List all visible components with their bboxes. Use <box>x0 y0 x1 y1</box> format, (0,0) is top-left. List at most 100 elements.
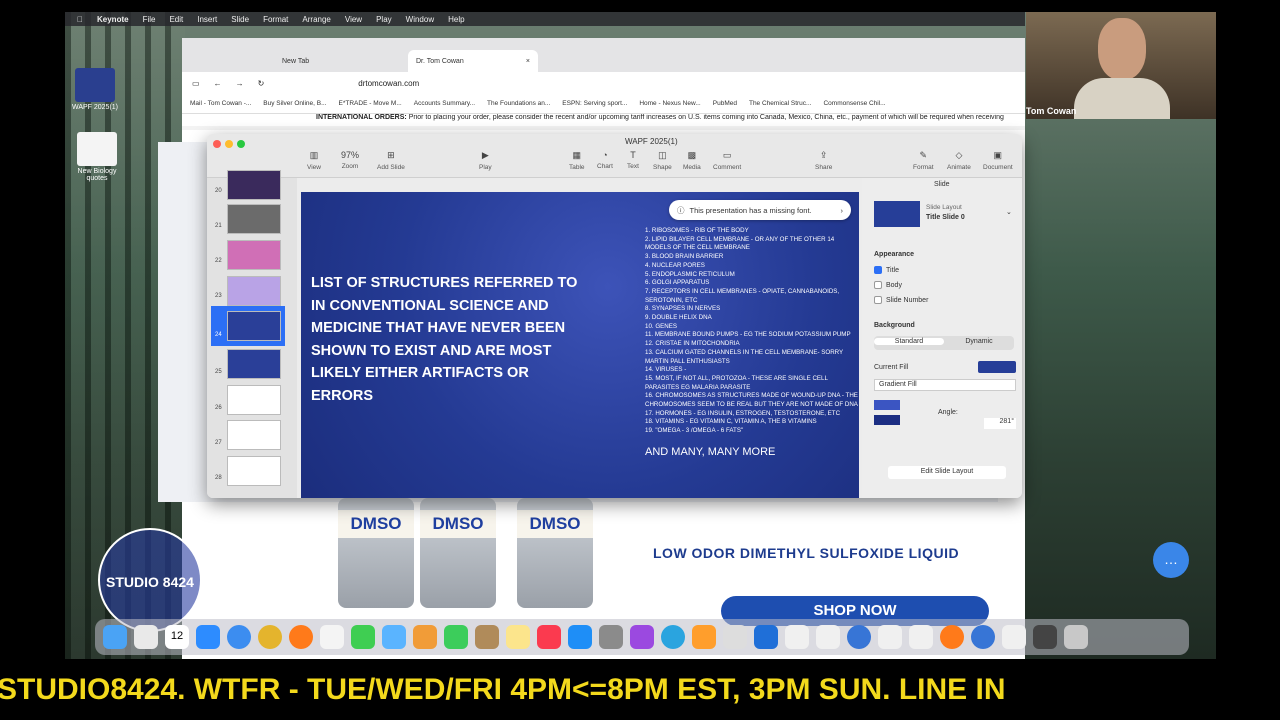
fill-type-select[interactable]: Gradient Fill <box>874 379 1016 391</box>
standard-option[interactable]: Standard <box>874 338 944 345</box>
tab-new-tab[interactable]: New Tab <box>274 50 404 72</box>
launchpad-icon[interactable] <box>134 625 158 649</box>
forward-icon[interactable]: → <box>236 79 244 88</box>
desktop-file-quotes[interactable]: New Biology quotes <box>67 132 127 182</box>
slide-body-list[interactable]: 1. RIBOSOMES - RIB OF THE BODY 2. LIPID … <box>645 227 859 436</box>
toolbar-chart[interactable]: ◔ Chart <box>597 150 613 170</box>
slide-thumbnail[interactable] <box>227 276 281 306</box>
toolbar-format[interactable]: ✎ Format <box>913 150 934 171</box>
toolbar-comment[interactable]: ▭ Comment <box>713 150 741 171</box>
slide-thumbnail[interactable] <box>227 385 281 415</box>
menu-app[interactable]: Keynote <box>97 15 129 24</box>
menu-help[interactable]: Help <box>448 15 464 24</box>
settings-icon[interactable] <box>599 625 623 649</box>
notes-app-icon[interactable] <box>475 625 499 649</box>
toolbar-text[interactable]: T Text <box>627 150 639 170</box>
firefox-icon[interactable] <box>940 625 964 649</box>
gradient-stop-2[interactable] <box>874 415 900 425</box>
bookmark-item[interactable]: The Chemical Struc... <box>749 100 812 107</box>
chat-widget-button[interactable]: … <box>1153 542 1189 578</box>
edit-slide-layout-button[interactable]: Edit Slide Layout <box>888 466 1006 479</box>
bookmark-item[interactable]: The Foundations an... <box>487 100 550 107</box>
reload-icon[interactable]: ↻ <box>258 79 265 88</box>
bookmark-item[interactable]: Commonsense Chil... <box>823 100 885 107</box>
maps-icon[interactable] <box>382 625 406 649</box>
toolbar-add-slide[interactable]: ⊞ Add Slide <box>377 150 405 171</box>
slide-canvas[interactable]: ⓘ This presentation has a missing font. › … <box>301 192 859 498</box>
apple-icon[interactable]:  <box>77 15 83 24</box>
dynamic-option[interactable]: Dynamic <box>944 338 1014 345</box>
menu-format[interactable]: Format <box>263 15 288 24</box>
menu-file[interactable]: File <box>143 15 156 24</box>
toolbar-document[interactable]: ▣ Document <box>983 150 1013 171</box>
bookmark-item[interactable]: Buy Silver Online, B... <box>263 100 326 107</box>
slide-title[interactable]: LIST OF STRUCTURES REFERRED TO IN CONVEN… <box>311 272 581 407</box>
telegram-icon[interactable] <box>661 625 685 649</box>
close-icon[interactable]: × <box>526 58 530 65</box>
chrome-icon[interactable] <box>258 625 282 649</box>
trash-icon[interactable] <box>1064 625 1088 649</box>
sidebar-icon[interactable]: ▭ <box>192 79 200 88</box>
toolbar-shape[interactable]: ◫ Shape <box>653 150 672 171</box>
news-icon[interactable] <box>537 625 561 649</box>
zoom-window-icon[interactable] <box>237 140 245 148</box>
facetime-icon[interactable] <box>444 625 468 649</box>
toolbar-table[interactable]: ▦ Table <box>569 150 585 171</box>
missing-font-notice[interactable]: ⓘ This presentation has a missing font. › <box>669 200 851 220</box>
pages-icon[interactable] <box>692 625 716 649</box>
slide-footer-text[interactable]: AND MANY, MANY MORE <box>645 446 775 458</box>
menu-window[interactable]: Window <box>406 15 434 24</box>
slide-number-checkbox[interactable]: Slide Number <box>874 296 928 304</box>
gradient-stop-1[interactable] <box>874 400 900 410</box>
tab-dr-tom-cowan[interactable]: Dr. Tom Cowan × <box>408 50 538 72</box>
desktop-file-wapf[interactable]: WAPF 2025(1) <box>65 68 125 111</box>
safari-icon[interactable] <box>227 625 251 649</box>
file-icon[interactable] <box>816 625 840 649</box>
toolbar-play[interactable]: ▶ Play <box>479 150 492 171</box>
close-window-icon[interactable] <box>213 140 221 148</box>
bookmark-item[interactable]: E*TRADE - Move M... <box>339 100 402 107</box>
menu-insert[interactable]: Insert <box>197 15 217 24</box>
minimize-window-icon[interactable] <box>225 140 233 148</box>
document-icon[interactable] <box>320 625 344 649</box>
layout-select[interactable]: Title Slide 0 <box>926 214 965 221</box>
chevron-down-icon[interactable]: ⌄ <box>1006 208 1012 216</box>
screen-recording-icon[interactable] <box>1033 625 1057 649</box>
back-icon[interactable]: ← <box>214 79 222 88</box>
body-checkbox[interactable]: Body <box>874 281 902 289</box>
file-icon[interactable] <box>878 625 902 649</box>
bookmark-item[interactable]: Mail - Tom Cowan -... <box>190 100 251 107</box>
firefox-icon[interactable] <box>289 625 313 649</box>
slide-thumbnail[interactable] <box>227 349 281 379</box>
menu-edit[interactable]: Edit <box>169 15 183 24</box>
file-icon[interactable] <box>785 625 809 649</box>
toolbar-view[interactable]: ▥ View <box>307 150 321 171</box>
preview-icon[interactable] <box>723 625 747 649</box>
podcasts-icon[interactable] <box>630 625 654 649</box>
toolbar-zoom[interactable]: 97% Zoom <box>341 150 359 170</box>
globe-icon[interactable] <box>971 625 995 649</box>
toolbar-animate[interactable]: ◇ Animate <box>947 150 971 171</box>
app-store-icon[interactable] <box>568 625 592 649</box>
photos-icon[interactable] <box>413 625 437 649</box>
file-icon[interactable] <box>1002 625 1026 649</box>
menu-play[interactable]: Play <box>376 15 392 24</box>
zoom-app-icon[interactable] <box>196 625 220 649</box>
bookmark-item[interactable]: PubMed <box>713 100 737 107</box>
slide-thumbnail[interactable] <box>227 204 281 234</box>
menu-view[interactable]: View <box>345 15 362 24</box>
slide-thumbnail[interactable] <box>227 240 281 270</box>
angle-field[interactable]: 281° <box>984 418 1016 429</box>
file-icon[interactable] <box>909 625 933 649</box>
fill-color-swatch[interactable] <box>978 361 1016 373</box>
inspector-tab-slide[interactable]: Slide <box>934 181 950 188</box>
menu-slide[interactable]: Slide <box>231 15 249 24</box>
bookmark-item[interactable]: ESPN: Serving sport... <box>562 100 627 107</box>
toolbar-media[interactable]: ▩ Media <box>683 150 701 171</box>
calendar-icon[interactable]: 12 <box>165 625 189 649</box>
globe-icon[interactable] <box>847 625 871 649</box>
toolbar-share[interactable]: ⇪ Share <box>815 150 832 171</box>
notes-icon[interactable] <box>506 625 530 649</box>
url-field[interactable]: drtomcowan.com <box>358 79 419 88</box>
title-checkbox[interactable]: Title <box>874 266 899 274</box>
